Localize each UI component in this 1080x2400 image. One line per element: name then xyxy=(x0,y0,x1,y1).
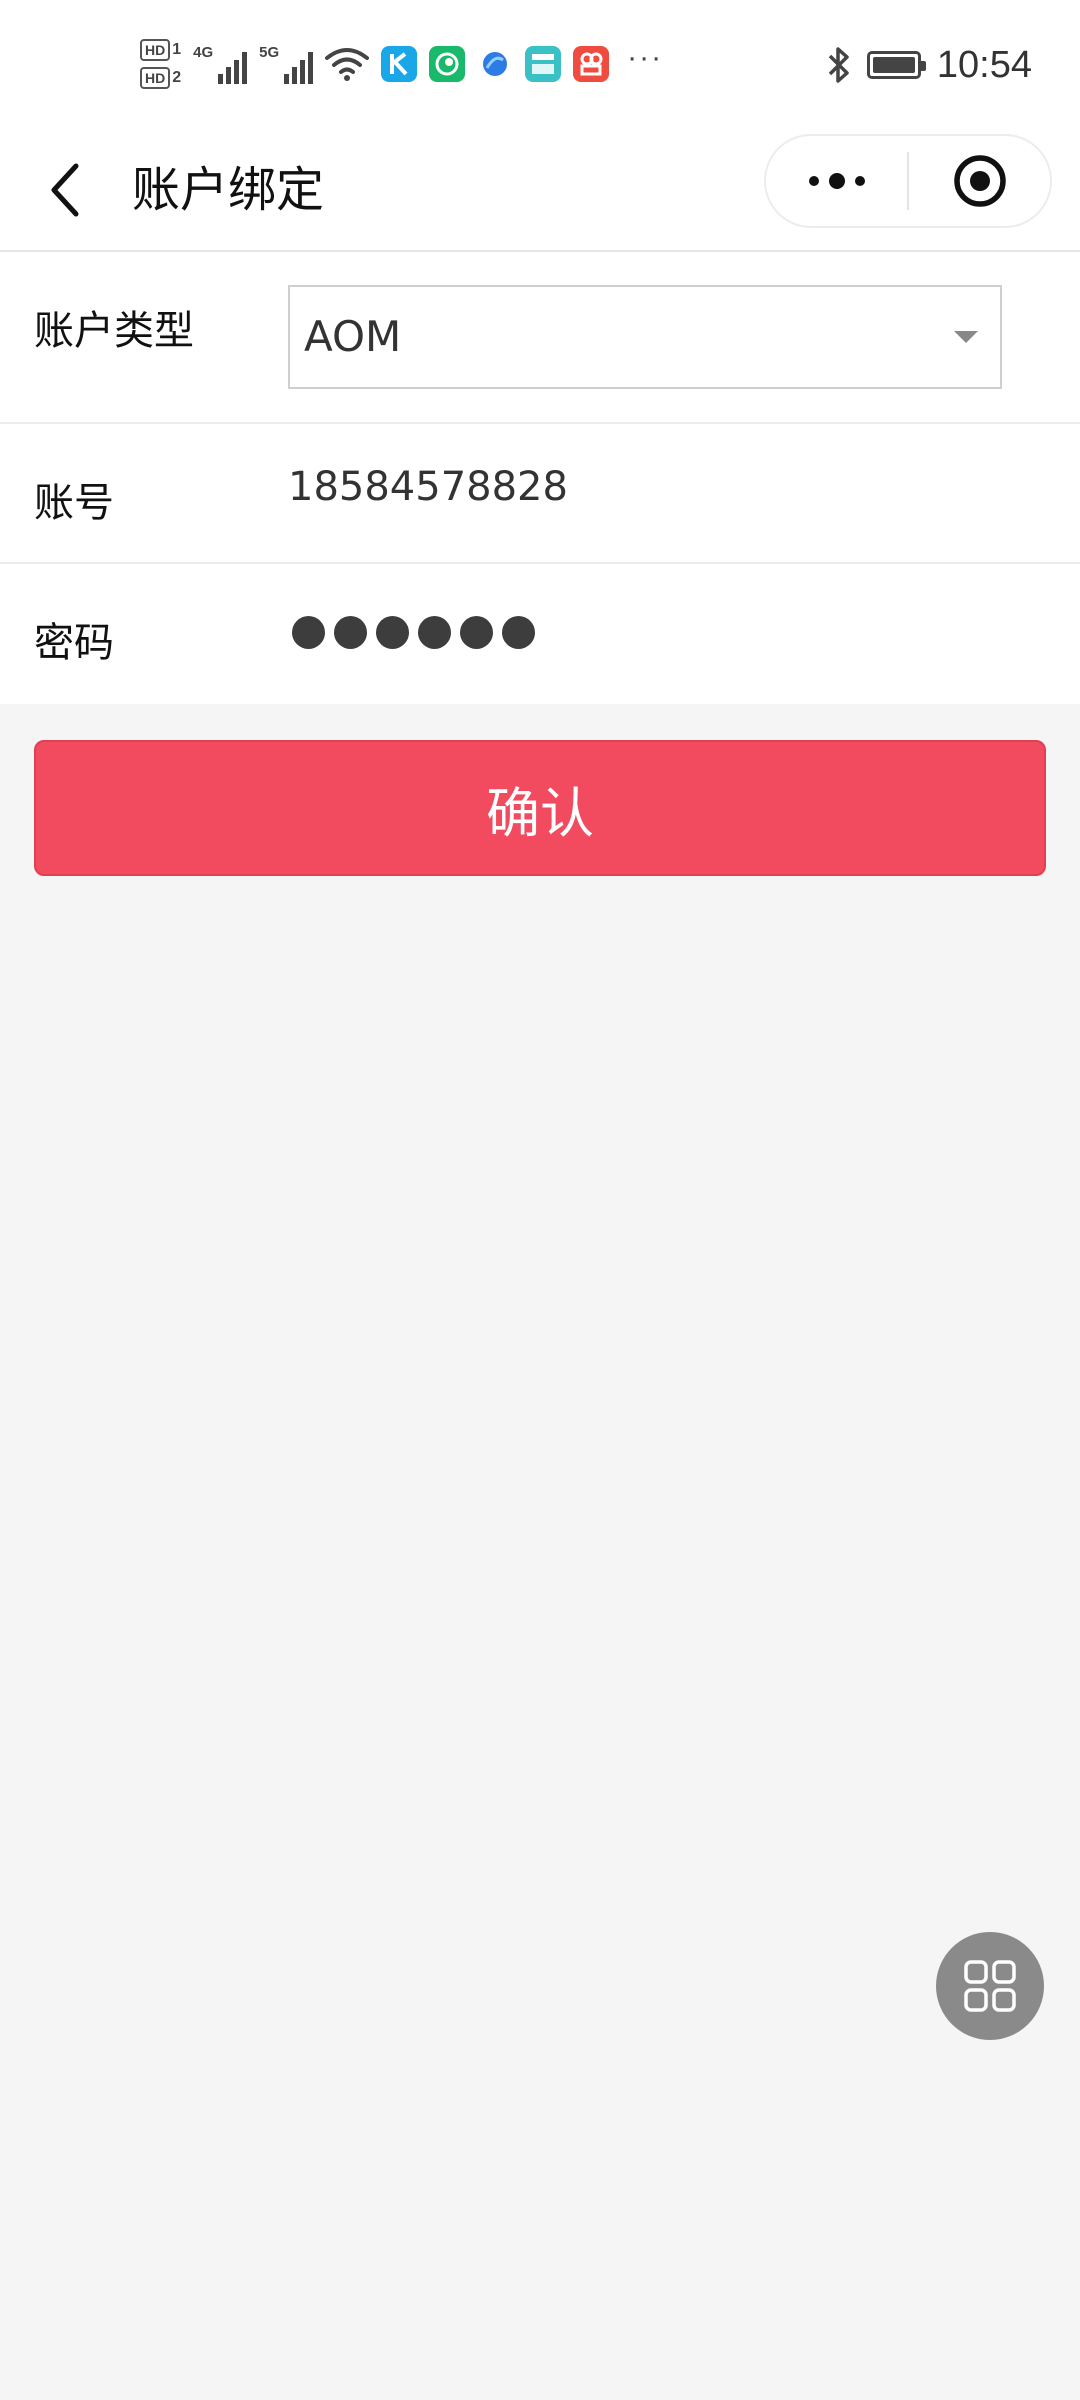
signal-5g-icon: 5G xyxy=(259,44,314,84)
sim1-indicator: HD 1 xyxy=(140,39,181,61)
sim2-hd-label: HD xyxy=(140,67,171,89)
target-circle-icon xyxy=(953,155,1006,207)
dropdown-arrow-icon xyxy=(954,331,978,343)
password-dot xyxy=(292,616,325,649)
blue-app-icon xyxy=(477,46,513,82)
navigation-bar: 账户绑定 xyxy=(0,130,1080,252)
account-type-row: 账户类型 AOM xyxy=(0,252,1080,424)
password-row: 密码 xyxy=(0,564,1080,704)
status-left: HD 1 HD 2 4G 5G ··· xyxy=(140,34,663,94)
account-input[interactable]: 18584578828 xyxy=(288,464,568,510)
confirm-button[interactable]: 确认 xyxy=(34,740,1046,876)
red-app-icon xyxy=(573,46,610,82)
battery-icon xyxy=(866,51,926,79)
kuaishou-k-icon xyxy=(381,46,418,82)
status-bar: HD 1 HD 2 4G 5G ··· 10:54 xyxy=(0,0,1080,130)
boss-zhipin-icon xyxy=(525,46,562,82)
account-label: 账号 xyxy=(34,480,114,526)
account-type-select[interactable]: AOM xyxy=(288,285,1002,389)
account-row: 账号 18584578828 xyxy=(0,424,1080,564)
green-app-icon xyxy=(429,46,466,82)
status-right: 10:54 xyxy=(827,40,1032,90)
sim1-index: 1 xyxy=(172,41,182,58)
password-label: 密码 xyxy=(34,620,114,666)
floating-menu-button[interactable] xyxy=(936,1932,1044,2040)
sim2-index: 2 xyxy=(172,69,182,86)
network1-label: 4G xyxy=(193,44,214,61)
signal-4g-icon: 4G xyxy=(193,44,248,84)
wifi-icon xyxy=(325,48,370,81)
back-button[interactable] xyxy=(34,152,98,228)
more-button[interactable] xyxy=(766,136,907,226)
sim-indicators: HD 1 HD 2 xyxy=(140,39,181,89)
network2-label: 5G xyxy=(259,44,280,61)
grid-apps-icon xyxy=(964,1960,1016,2012)
account-binding-form: 账户类型 AOM 账号 18584578828 密码 xyxy=(0,252,1080,704)
page-title: 账户绑定 xyxy=(132,162,325,218)
more-dots-icon xyxy=(808,173,865,189)
clock-time: 10:54 xyxy=(936,43,1032,86)
password-dot xyxy=(502,616,535,649)
bluetooth-icon xyxy=(828,47,849,83)
account-type-label: 账户类型 xyxy=(34,308,194,354)
sim2-indicator: HD 2 xyxy=(140,67,181,89)
password-dot xyxy=(460,616,493,649)
account-type-value: AOM xyxy=(304,312,402,361)
sim1-hd-label: HD xyxy=(140,39,171,61)
password-input[interactable] xyxy=(292,616,535,649)
mini-program-capsule xyxy=(764,134,1052,228)
password-dot xyxy=(334,616,367,649)
password-dot xyxy=(376,616,409,649)
password-dot xyxy=(418,616,451,649)
close-mini-program-button[interactable] xyxy=(909,136,1050,226)
chevron-left-icon xyxy=(51,163,79,217)
status-more-indicator: ··· xyxy=(627,41,664,74)
